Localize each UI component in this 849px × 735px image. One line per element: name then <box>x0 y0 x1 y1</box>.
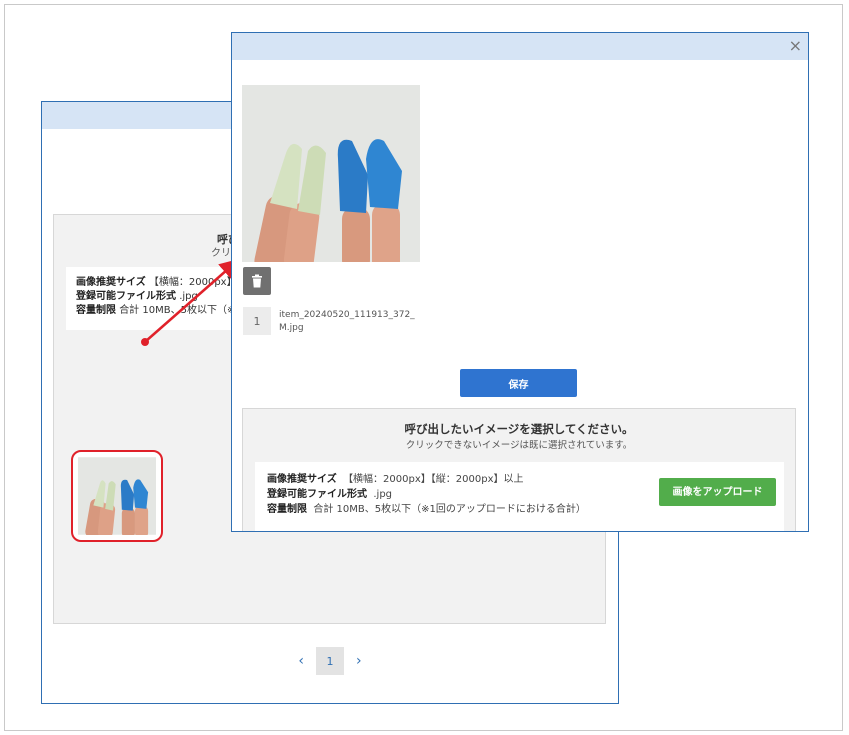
capacity-value: 合計 10MB、5枚以下（※1回のアップロードにおける合計） <box>313 504 586 515</box>
format-label: 登録可能ファイル形式 <box>267 489 367 500</box>
capacity-value: 合計 10MB、5枚以下（※ <box>119 305 236 316</box>
pagination: ‹ 1 › <box>42 647 618 675</box>
image-select-panel: 呼び出したいイメージを選択してください。 クリックできないイメージは既に選択され… <box>242 408 796 531</box>
delete-image-button[interactable] <box>243 267 271 295</box>
select-panel-title: 呼び出したいイメージを選択してください。 <box>404 422 634 436</box>
capacity-label: 容量制限 <box>267 504 307 515</box>
socks-photo <box>242 85 420 262</box>
upload-image-button[interactable]: 画像をアップロード <box>659 478 776 506</box>
size-label: 画像推奨サイズ <box>267 474 337 485</box>
upload-info-box: 画像推奨サイズ 【横幅：2000px】【縦：2000px】以上 登録可能ファイル… <box>255 462 784 531</box>
size-value: 【横幅：2000px】 <box>148 277 237 288</box>
chevron-left-icon[interactable]: ‹ <box>298 653 304 669</box>
socks-photo-thumb <box>78 457 156 535</box>
format-value: .jpg <box>179 291 198 302</box>
image-order-number[interactable]: 1 <box>243 307 271 335</box>
size-value: 【横幅：2000px】【縦：2000px】以上 <box>343 474 524 485</box>
format-value: .jpg <box>373 489 393 500</box>
chevron-right-icon[interactable]: › <box>356 653 362 669</box>
selected-image-preview <box>242 85 420 262</box>
capacity-label: 容量制限 <box>76 305 116 316</box>
selected-image-thumbnail[interactable] <box>78 457 156 535</box>
save-button[interactable]: 保存 <box>460 369 577 397</box>
selected-image-highlight[interactable] <box>71 450 163 542</box>
size-label: 画像推奨サイズ <box>76 277 146 288</box>
image-filename: item_20240520_111913_372_M.jpg <box>279 310 415 333</box>
select-panel-subtitle: クリックできないイメージは既に選択されています。 <box>405 440 633 451</box>
format-label: 登録可能ファイル形式 <box>76 291 176 302</box>
image-selection-modal: × 1 item_20240520_111913_372_M.jpg 保存 呼び… <box>231 32 809 532</box>
modal-header: × <box>232 33 808 60</box>
trash-icon <box>252 274 262 288</box>
close-icon[interactable]: × <box>789 36 802 56</box>
page-number-current[interactable]: 1 <box>316 647 344 675</box>
